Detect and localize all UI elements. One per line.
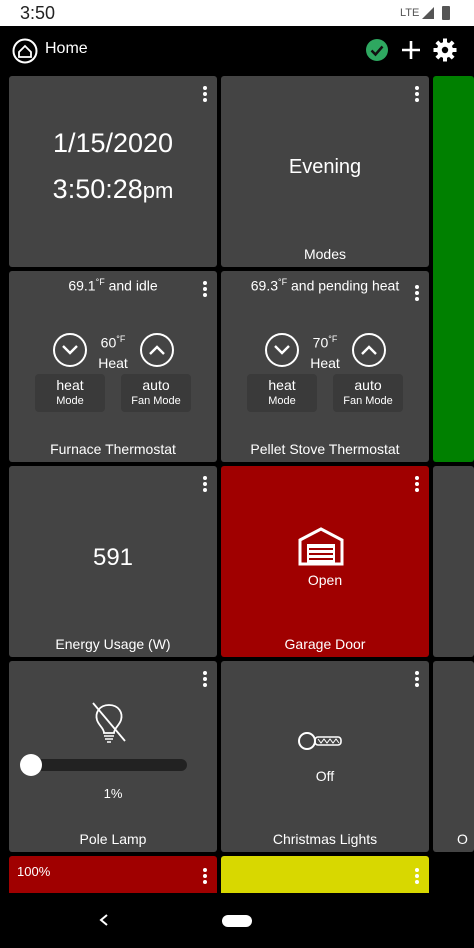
fan-mode-selector[interactable]: auto Fan Mode xyxy=(121,374,191,412)
partial-tile-label: O xyxy=(457,831,468,847)
light-strip-icon xyxy=(297,729,345,758)
brightness-level: 1% xyxy=(103,786,123,801)
temp-down-button[interactable] xyxy=(265,333,299,367)
garage-state: Open xyxy=(307,572,343,588)
temp-down-button[interactable] xyxy=(53,333,87,367)
level-value: 100% xyxy=(17,864,51,879)
temp-up-button[interactable] xyxy=(352,333,386,367)
brightness-slider-track[interactable] xyxy=(23,759,187,771)
page-title[interactable]: Home xyxy=(45,40,88,58)
chevron-up-icon xyxy=(149,345,165,355)
signal-battery-icons xyxy=(420,5,460,26)
pole-lamp-tile[interactable]: 1% Pole Lamp xyxy=(9,661,217,852)
more-vert-icon[interactable] xyxy=(199,84,211,106)
level-tile[interactable]: 100% xyxy=(9,856,217,893)
chevron-up-icon xyxy=(361,345,377,355)
setpoint: 60°F Heat xyxy=(98,334,128,371)
bulb-off-icon xyxy=(89,699,129,752)
tile-name: Energy Usage (W) xyxy=(55,636,171,652)
network-label: LTE xyxy=(400,7,420,19)
system-nav-bar xyxy=(0,893,474,948)
lights-state: Off xyxy=(315,768,335,784)
tile-name: Garage Door xyxy=(284,636,366,652)
check-circle-icon[interactable] xyxy=(365,38,389,67)
brightness-slider-thumb[interactable] xyxy=(20,754,42,776)
tile-name: Modes xyxy=(303,246,347,262)
tile-name: Furnace Thermostat xyxy=(50,441,176,457)
more-vert-icon[interactable] xyxy=(199,669,211,691)
current-temperature: 69.3°F and pending heat xyxy=(250,277,400,294)
gear-icon[interactable] xyxy=(433,38,457,67)
tile-name: Pole Lamp xyxy=(79,831,147,847)
clock-date: 1/15/2020 xyxy=(52,128,174,158)
yellow-tile[interactable] xyxy=(221,856,429,893)
more-vert-icon[interactable] xyxy=(411,669,423,691)
christmas-lights-tile[interactable]: Off Christmas Lights xyxy=(221,661,429,852)
temp-up-button[interactable] xyxy=(140,333,174,367)
tile-name: Christmas Lights xyxy=(272,831,378,847)
more-vert-icon[interactable] xyxy=(411,866,423,888)
back-icon[interactable] xyxy=(98,911,110,932)
mode-selector[interactable]: heat Mode xyxy=(247,374,317,412)
setpoint: 70°F Heat xyxy=(310,334,340,371)
chevron-down-icon xyxy=(274,345,290,355)
energy-usage-tile[interactable]: 591 Energy Usage (W) xyxy=(9,466,217,657)
current-temperature: 69.1°F and idle xyxy=(68,277,158,294)
chevron-down-icon xyxy=(62,345,78,355)
clock-tile[interactable]: 1/15/2020 3:50:28pm xyxy=(9,76,217,267)
more-vert-icon[interactable] xyxy=(199,866,211,888)
home-pill-button[interactable] xyxy=(222,915,252,927)
energy-value: 591 xyxy=(92,544,134,571)
partial-tile-green[interactable] xyxy=(433,76,474,462)
plus-icon[interactable] xyxy=(400,38,422,67)
partial-tile-grey[interactable] xyxy=(433,466,474,657)
mode-value: Evening xyxy=(288,156,362,178)
modes-tile[interactable]: Evening Modes xyxy=(221,76,429,267)
tile-name: Pellet Stove Thermostat xyxy=(250,441,400,457)
pellet-stove-thermostat-tile[interactable]: 69.3°F and pending heat 70°F Heat heat M… xyxy=(221,271,429,462)
more-vert-icon[interactable] xyxy=(199,474,211,496)
status-time: 3:50 xyxy=(20,3,56,23)
home-icon[interactable] xyxy=(12,38,38,69)
furnace-thermostat-tile[interactable]: 69.1°F and idle 60°F Heat heat Mode auto… xyxy=(9,271,217,462)
garage-icon xyxy=(297,526,345,571)
more-vert-icon[interactable] xyxy=(411,84,423,106)
mode-selector[interactable]: heat Mode xyxy=(35,374,105,412)
more-vert-icon[interactable] xyxy=(411,474,423,496)
fan-mode-selector[interactable]: auto Fan Mode xyxy=(333,374,403,412)
garage-door-tile[interactable]: Open Garage Door xyxy=(221,466,429,657)
clock-time: 3:50:28pm xyxy=(52,174,174,204)
partial-tile-grey[interactable]: O xyxy=(433,661,474,852)
status-bar: 3:50 LTE xyxy=(0,0,474,26)
app-bar: Home xyxy=(0,26,474,74)
